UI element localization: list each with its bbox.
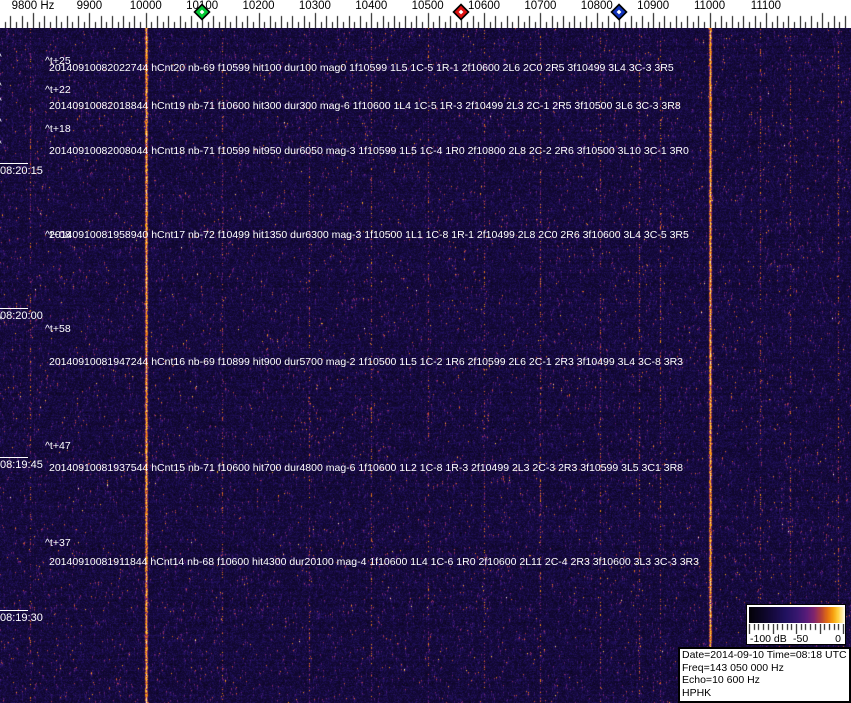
edge-caret-mark: ^	[0, 97, 2, 107]
info-box: Date=2014-09-10 Time=08:18 UTC Freq=143 …	[678, 647, 851, 703]
db-scale-label-max: 0	[835, 633, 841, 645]
marker-diamond-blue[interactable]	[610, 3, 628, 21]
frequency-scale: 9800 Hz990010000101001020010300104001050…	[0, 0, 851, 28]
event-data-line: 20140910082022744 hCnt20 nb-69 f10599 hi…	[49, 62, 674, 74]
marker-diamond-red[interactable]	[452, 3, 471, 21]
frequency-scale-label: 10600	[468, 0, 501, 12]
frequency-scale-label: 9900	[76, 0, 103, 12]
event-time-marker: ^t+47	[45, 440, 71, 452]
event-data-line: 20140910082018844 hCnt19 nb-71 f10600 hi…	[49, 100, 681, 112]
time-label: 08:20:00	[0, 308, 43, 322]
hphk-spectrogram-window: 9800 Hz990010000101001020010300104001050…	[0, 0, 851, 703]
frequency-scale-label: 11100	[750, 0, 782, 12]
edge-caret-mark: ^	[0, 53, 2, 63]
db-gradient-bar	[749, 607, 845, 623]
frequency-scale-label: 10700	[524, 0, 557, 12]
event-time-marker: ^t+18	[45, 123, 71, 135]
info-frequency: Freq=143 050 000 Hz	[682, 661, 784, 674]
frequency-scale-label: 10500	[411, 0, 444, 12]
frequency-scale-label: 9800 Hz	[11, 0, 55, 12]
time-label-text: 08:19:45	[0, 459, 43, 471]
edge-caret-mark: ^	[0, 140, 2, 150]
frequency-scale-label: 10800	[580, 0, 613, 12]
info-station-id: HPHK	[682, 686, 712, 699]
event-time-marker: ^t+58	[45, 323, 71, 335]
event-time-marker: ^t+22	[45, 84, 71, 96]
marker-diamond-green[interactable]	[193, 3, 211, 21]
event-time-marker: ^t+37	[45, 537, 71, 549]
time-label: 08:19:30	[0, 610, 43, 624]
edge-caret-mark: ^	[0, 82, 2, 92]
time-label-text: 08:20:00	[0, 310, 43, 322]
time-label: 08:19:45	[0, 457, 43, 471]
info-date-time: Date=2014-09-10 Time=08:18 UTC	[682, 649, 847, 661]
edge-caret-mark: ^	[0, 316, 2, 326]
time-label-text: 08:20:15	[0, 165, 43, 177]
frequency-scale-label: 10400	[355, 0, 388, 12]
frequency-scale-label: 11000	[693, 0, 726, 12]
db-color-scale: -100 dB -50 0	[746, 604, 847, 645]
frequency-scale-label: 10000	[129, 0, 162, 12]
db-scale-label-min: -100 dB	[750, 633, 787, 645]
time-label: 08:20:15	[0, 163, 43, 177]
frequency-scale-label: 10200	[242, 0, 275, 12]
frequency-scale-label: 10900	[637, 0, 670, 12]
event-data-line: 20140910081947244 hCnt16 nb-69 f10899 hi…	[49, 356, 683, 368]
event-data-line: 20140910081911844 hCnt14 nb-68 f10600 hi…	[49, 556, 699, 568]
info-echo: Echo=10 600 Hz	[682, 674, 760, 686]
event-data-line: 20140910081937544 hCnt15 nb-71 f10600 hi…	[49, 462, 683, 474]
event-data-line: 20140910081958940 hCnt17 nb-72 f10499 hi…	[49, 229, 689, 241]
event-data-line: 20140910082008044 hCnt18 nb-71 f10599 hi…	[49, 145, 689, 157]
time-label-text: 08:19:30	[0, 612, 43, 624]
db-scale-label-mid: -50	[793, 633, 809, 645]
frequency-scale-label: 10300	[298, 0, 331, 12]
edge-caret-mark: ^	[0, 118, 2, 128]
